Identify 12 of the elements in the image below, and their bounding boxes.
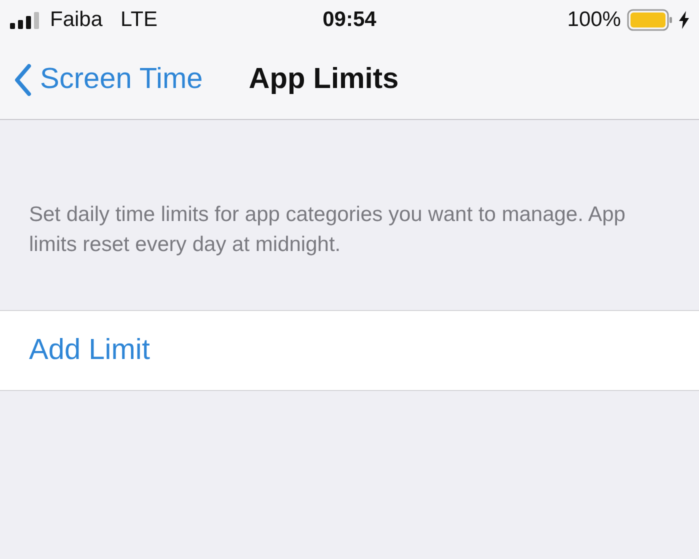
back-button[interactable]: Screen Time [14,63,203,96]
chevron-left-icon [14,64,32,96]
signal-icon [10,11,42,29]
battery-percentage: 100% [567,8,621,32]
charging-icon [678,11,689,29]
clock-time: 09:54 [322,8,376,32]
carrier-name: Faiba [50,8,103,32]
page-title: App Limits [248,63,399,96]
description-text: Set daily time limits for app categories you want to manage. App limits reset every day at midnight. [29,202,626,258]
network-type: LTE [120,8,158,32]
battery-icon [626,9,673,31]
add-limit-button[interactable]: Add Limit [0,310,699,391]
